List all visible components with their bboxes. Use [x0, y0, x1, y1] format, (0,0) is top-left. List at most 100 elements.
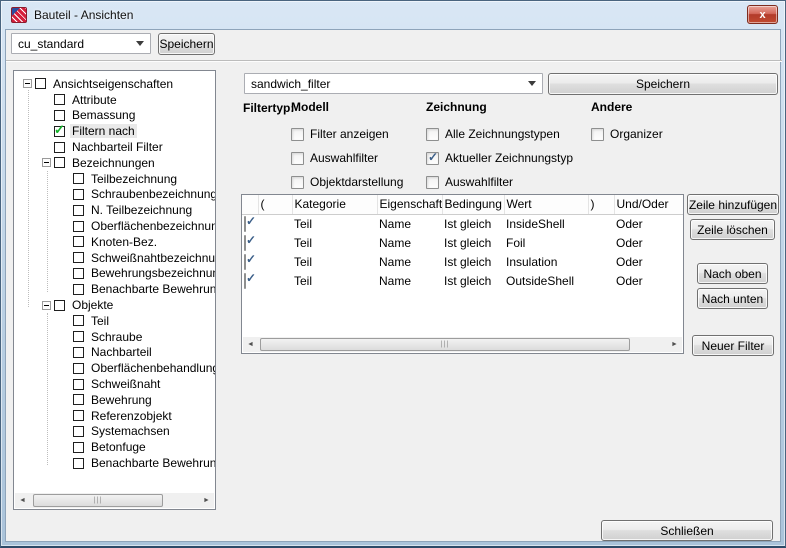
tree-checkbox[interactable]: [54, 300, 65, 311]
checkbox[interactable]: [591, 128, 604, 141]
tree-checkbox[interactable]: [73, 173, 84, 184]
table-scroll-thumb[interactable]: |||: [260, 338, 630, 351]
collapse-expander-icon[interactable]: [42, 301, 51, 310]
move-down-button[interactable]: Nach unten: [697, 288, 768, 309]
new-filter-button[interactable]: Neuer Filter: [692, 335, 774, 356]
checkbox[interactable]: [426, 128, 439, 141]
tree-checkbox[interactable]: [54, 94, 65, 105]
filter-name-combobox[interactable]: sandwich_filter: [244, 73, 543, 94]
tree-item[interactable]: Attribute: [14, 92, 215, 108]
tree-checkbox[interactable]: [73, 347, 84, 358]
tree-checkbox[interactable]: [54, 157, 65, 168]
tree-item[interactable]: Objekte: [14, 297, 215, 313]
table-row[interactable]: TeilNameIst gleichInsulationOder: [242, 252, 683, 271]
tree-item[interactable]: Referenzobjekt: [14, 408, 215, 424]
tree-checkbox[interactable]: [73, 442, 84, 453]
row-checkbox-checked[interactable]: [244, 254, 246, 270]
cell-undoder[interactable]: Oder: [614, 271, 683, 290]
tree-item[interactable]: Oberflächenbehandlung: [14, 360, 215, 376]
checkbox-checked[interactable]: [426, 152, 439, 165]
add-row-button[interactable]: Zeile hinzufügen: [687, 194, 779, 215]
close-icon[interactable]: x: [747, 5, 778, 24]
tree-checkbox[interactable]: [73, 331, 84, 342]
filter-option[interactable]: Organizer: [591, 126, 663, 142]
cell-wert[interactable]: Insulation: [504, 252, 588, 271]
column-header[interactable]: Eigenschaft...: [377, 195, 442, 214]
table-row[interactable]: TeilNameIst gleichOutsideShellOder: [242, 271, 683, 290]
table-scroll-track[interactable]: |||: [258, 337, 667, 352]
cell-wert[interactable]: OutsideShell: [504, 271, 588, 290]
cell-wert[interactable]: Foil: [504, 233, 588, 252]
cell-eigenschaft[interactable]: Name: [377, 214, 442, 233]
cell-paren-close[interactable]: [588, 214, 614, 233]
checkbox[interactable]: [291, 176, 304, 189]
tree-item[interactable]: Ansichtseigenschaften: [14, 76, 215, 92]
tree-item[interactable]: Nachbarteil: [14, 345, 215, 361]
tree-checkbox[interactable]: [54, 110, 65, 121]
cell-eigenschaft[interactable]: Name: [377, 233, 442, 252]
tree-item[interactable]: Schraubenbezeichnung: [14, 187, 215, 203]
cell-bedingung[interactable]: Ist gleich: [442, 271, 504, 290]
column-header[interactable]: Wert: [504, 195, 588, 214]
tree-item[interactable]: Schweißnaht: [14, 376, 215, 392]
tree-checkbox[interactable]: [73, 221, 84, 232]
row-checkbox-cell[interactable]: [242, 214, 258, 233]
row-checkbox-checked[interactable]: [244, 235, 246, 251]
cell-kategorie[interactable]: Teil: [292, 252, 377, 271]
cell-undoder[interactable]: Oder: [614, 252, 683, 271]
tree-checkbox[interactable]: [73, 426, 84, 437]
tree-checkbox[interactable]: [73, 458, 84, 469]
cell-bedingung[interactable]: Ist gleich: [442, 252, 504, 271]
cell-paren-open[interactable]: [258, 233, 292, 252]
cell-paren-close[interactable]: [588, 252, 614, 271]
row-checkbox-cell[interactable]: [242, 252, 258, 271]
cell-bedingung[interactable]: Ist gleich: [442, 233, 504, 252]
tree-item[interactable]: Bewehrungsbezeichnung: [14, 266, 215, 282]
column-header[interactable]: (: [258, 195, 292, 214]
cell-paren-open[interactable]: [258, 271, 292, 290]
cell-paren-open[interactable]: [258, 214, 292, 233]
tree-checkbox[interactable]: [73, 268, 84, 279]
tree-item[interactable]: Teilbezeichnung: [14, 171, 215, 187]
table-horizontal-scrollbar[interactable]: ◄ ||| ►: [243, 337, 682, 352]
filter-option[interactable]: Aktueller Zeichnungstyp: [426, 150, 573, 166]
tree-item[interactable]: N. Teilbezeichnung: [14, 202, 215, 218]
tree-checkbox[interactable]: [73, 252, 84, 263]
scroll-left-icon[interactable]: ◄: [15, 493, 30, 508]
checkbox[interactable]: [291, 128, 304, 141]
cell-kategorie[interactable]: Teil: [292, 233, 377, 252]
tree-checkbox[interactable]: [73, 379, 84, 390]
column-header[interactable]: Bedingung: [442, 195, 504, 214]
collapse-expander-icon[interactable]: [42, 158, 51, 167]
cell-wert[interactable]: InsideShell: [504, 214, 588, 233]
tree-checkbox[interactable]: [73, 394, 84, 405]
column-header[interactable]: [242, 195, 258, 214]
filter-option[interactable]: Alle Zeichnungstypen: [426, 126, 573, 142]
collapse-expander-icon[interactable]: [23, 79, 32, 88]
cell-paren-close[interactable]: [588, 233, 614, 252]
tree-checkbox[interactable]: [73, 189, 84, 200]
table-row[interactable]: TeilNameIst gleichFoilOder: [242, 233, 683, 252]
chevron-down-icon[interactable]: [136, 41, 144, 46]
row-checkbox-checked[interactable]: [244, 273, 246, 289]
scroll-right-icon[interactable]: ►: [199, 493, 214, 508]
tree-item[interactable]: Schraube: [14, 329, 215, 345]
cell-eigenschaft[interactable]: Name: [377, 271, 442, 290]
view-preset-combobox[interactable]: cu_standard: [11, 33, 151, 54]
delete-row-button[interactable]: Zeile löschen: [690, 219, 775, 240]
cell-kategorie[interactable]: Teil: [292, 214, 377, 233]
tree-scroll-track[interactable]: |||: [30, 493, 199, 508]
tree-item[interactable]: Bezeichnungen: [14, 155, 215, 171]
chevron-down-icon[interactable]: [528, 81, 536, 86]
tree-checkbox[interactable]: [73, 205, 84, 216]
titlebar[interactable]: Bauteil - Ansichten x: [1, 1, 785, 29]
cell-paren-open[interactable]: [258, 252, 292, 271]
tree-checkbox[interactable]: [73, 315, 84, 326]
tree-checkbox[interactable]: [73, 236, 84, 247]
scroll-left-icon[interactable]: ◄: [243, 337, 258, 352]
filter-option[interactable]: Auswahlfilter: [426, 174, 573, 190]
row-checkbox-cell[interactable]: [242, 271, 258, 290]
cell-bedingung[interactable]: Ist gleich: [442, 214, 504, 233]
tree-item[interactable]: Teil: [14, 313, 215, 329]
tree-scroll-thumb[interactable]: |||: [33, 494, 163, 507]
